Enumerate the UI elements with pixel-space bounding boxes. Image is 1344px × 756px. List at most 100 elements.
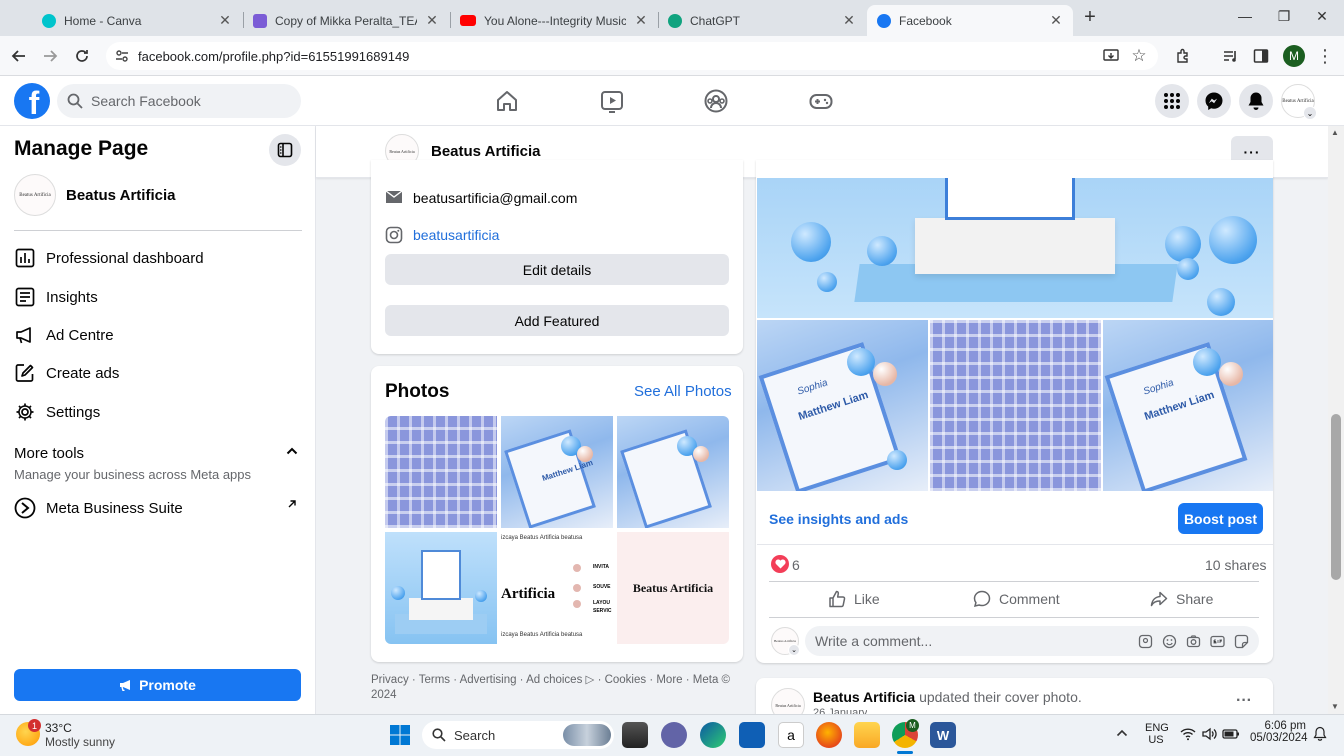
post-photo[interactable]: Sophia Matthew Liam (757, 320, 928, 491)
share-button[interactable]: Share (1150, 590, 1213, 608)
tab-copy-of-mikka[interactable]: Copy of Mikka Peralta_TEA Inte ✕ (243, 5, 449, 36)
close-icon[interactable]: ✕ (425, 12, 439, 29)
chevron-up-icon[interactable] (286, 446, 298, 456)
search-box[interactable]: Search Facebook (57, 84, 301, 118)
chevron-up-icon[interactable] (1116, 728, 1128, 738)
minimize-icon[interactable]: — (1235, 8, 1255, 24)
avatar-sticker-icon[interactable] (1138, 634, 1153, 649)
close-icon[interactable]: ✕ (842, 12, 856, 29)
microsoft-store-icon[interactable] (739, 722, 765, 748)
boost-post-button[interactable]: Boost post (1178, 503, 1263, 534)
groups-nav-icon[interactable] (703, 88, 729, 114)
more-tools-title[interactable]: More tools (14, 445, 84, 462)
install-app-icon[interactable] (1101, 46, 1121, 66)
photo-thumbnail[interactable] (617, 416, 729, 528)
chevron-down-icon[interactable]: ⌄ (1303, 106, 1317, 120)
photo-thumbnail[interactable]: Beatus Artificia (617, 532, 729, 644)
windows-start-icon[interactable] (390, 725, 410, 745)
sidebar-item-create-ads[interactable]: Create ads (14, 358, 304, 388)
profile-avatar[interactable]: M (1283, 45, 1305, 67)
photo-thumbnail[interactable]: Matthew Liam (501, 416, 613, 528)
menu-grid-button[interactable] (1155, 84, 1189, 118)
tab-canva[interactable]: Home - Canva ✕ (32, 5, 242, 36)
post-photo-main[interactable] (757, 178, 1273, 318)
share-count[interactable]: 10 shares (1205, 557, 1266, 573)
post-photo[interactable] (930, 320, 1101, 491)
teams-chat-icon[interactable] (661, 722, 687, 748)
close-icon[interactable]: ✕ (1049, 12, 1063, 29)
firefox-icon[interactable] (816, 722, 842, 748)
close-icon[interactable]: ✕ (218, 12, 232, 29)
battery-icon[interactable] (1222, 727, 1240, 741)
tab-chatgpt[interactable]: ChatGPT ✕ (658, 5, 866, 36)
facebook-logo-icon[interactable]: f (14, 83, 50, 119)
forward-icon[interactable] (40, 46, 60, 66)
photo-thumbnail[interactable]: izcaya Beatus Artificia beatusa izcaya B… (501, 532, 613, 644)
extensions-icon[interactable] (1173, 46, 1193, 66)
post-photo[interactable]: Sophia Matthew Liam (1103, 320, 1273, 491)
page-name[interactable]: Beatus Artificia (66, 187, 175, 204)
home-nav-icon[interactable] (494, 88, 520, 114)
video-nav-icon[interactable] (599, 88, 625, 114)
sidebar-item-ad-centre[interactable]: Ad Centre (14, 320, 304, 350)
close-icon[interactable]: ✕ (634, 12, 648, 29)
language-indicator[interactable]: ENG US (1145, 722, 1169, 746)
new-tab-button[interactable]: + (1080, 6, 1100, 29)
bookmark-star-icon[interactable]: ☆ (1129, 46, 1149, 66)
task-view-icon[interactable] (622, 722, 648, 748)
footer-links[interactable]: Privacy · Terms · Advertising · Ad choic… (371, 673, 731, 703)
emoji-icon[interactable] (1162, 634, 1177, 649)
comment-button[interactable]: Comment (973, 590, 1060, 608)
photo-thumbnail[interactable] (385, 416, 497, 528)
site-info-icon[interactable] (106, 49, 138, 63)
volume-icon[interactable] (1201, 727, 1217, 741)
messenger-button[interactable] (1197, 84, 1231, 118)
sidebar-item-professional-dashboard[interactable]: Professional dashboard (14, 243, 304, 273)
gaming-nav-icon[interactable] (808, 88, 834, 114)
scrollbar-thumb[interactable] (1331, 414, 1341, 580)
word-icon[interactable]: W (930, 722, 956, 748)
ellipsis-icon[interactable]: ··· (1236, 692, 1252, 710)
sticker-icon[interactable] (1234, 634, 1249, 649)
window-close-icon[interactable]: ✕ (1312, 8, 1332, 25)
like-button[interactable]: Like (828, 590, 880, 608)
next-post-author[interactable]: Beatus Artificia (813, 689, 915, 705)
more-menu-icon[interactable]: ⋮ (1315, 46, 1335, 66)
back-icon[interactable] (9, 46, 29, 66)
camera-icon[interactable] (1186, 634, 1201, 649)
wifi-icon[interactable] (1180, 727, 1196, 741)
edge-browser-icon[interactable] (700, 722, 726, 748)
photo-thumbnail[interactable] (385, 532, 497, 644)
love-reaction-icon[interactable] (771, 555, 789, 573)
see-all-photos-link[interactable]: See All Photos (634, 383, 732, 400)
page-header-name[interactable]: Beatus Artificia (431, 143, 540, 160)
sidebar-item-meta-business-suite[interactable]: Meta Business Suite (14, 493, 304, 523)
page-avatar[interactable]: Beatus Artificia (14, 174, 56, 216)
collapse-sidebar-button[interactable] (269, 134, 301, 166)
weather-desc[interactable]: Mostly sunny (45, 735, 115, 749)
reload-icon[interactable] (72, 46, 92, 66)
amazon-icon[interactable]: a (778, 722, 804, 748)
notification-bell-icon[interactable] (1313, 726, 1327, 742)
taskbar-search[interactable]: Search (422, 721, 614, 749)
scroll-down-icon[interactable]: ▼ (1331, 702, 1339, 711)
see-insights-link[interactable]: See insights and ads (769, 511, 908, 527)
gif-icon[interactable] (1210, 634, 1225, 649)
edit-details-button[interactable]: Edit details (385, 254, 729, 285)
weather-temp[interactable]: 33°C (45, 721, 72, 735)
intro-instagram-link[interactable]: beatusartificia (413, 227, 499, 243)
clock[interactable]: 6:06 pm 05/03/2024 (1250, 720, 1308, 744)
add-featured-button[interactable]: Add Featured (385, 305, 729, 336)
reaction-count[interactable]: 6 (792, 557, 800, 573)
tab-youtube[interactable]: You Alone---Integrity Music wit ✕ (450, 5, 658, 36)
media-controls-icon[interactable] (1220, 46, 1240, 66)
file-explorer-icon[interactable] (854, 722, 880, 748)
address-bar[interactable]: facebook.com/profile.php?id=615519916891… (106, 42, 1158, 70)
scroll-up-icon[interactable]: ▲ (1331, 128, 1339, 137)
restore-icon[interactable]: ❐ (1274, 8, 1294, 25)
sidebar-item-settings[interactable]: Settings (14, 397, 304, 427)
promote-button[interactable]: Promote (14, 669, 301, 701)
tab-facebook[interactable]: Facebook ✕ (867, 5, 1073, 36)
sidebar-item-insights[interactable]: Insights (14, 282, 304, 312)
side-panel-icon[interactable] (1251, 46, 1271, 66)
